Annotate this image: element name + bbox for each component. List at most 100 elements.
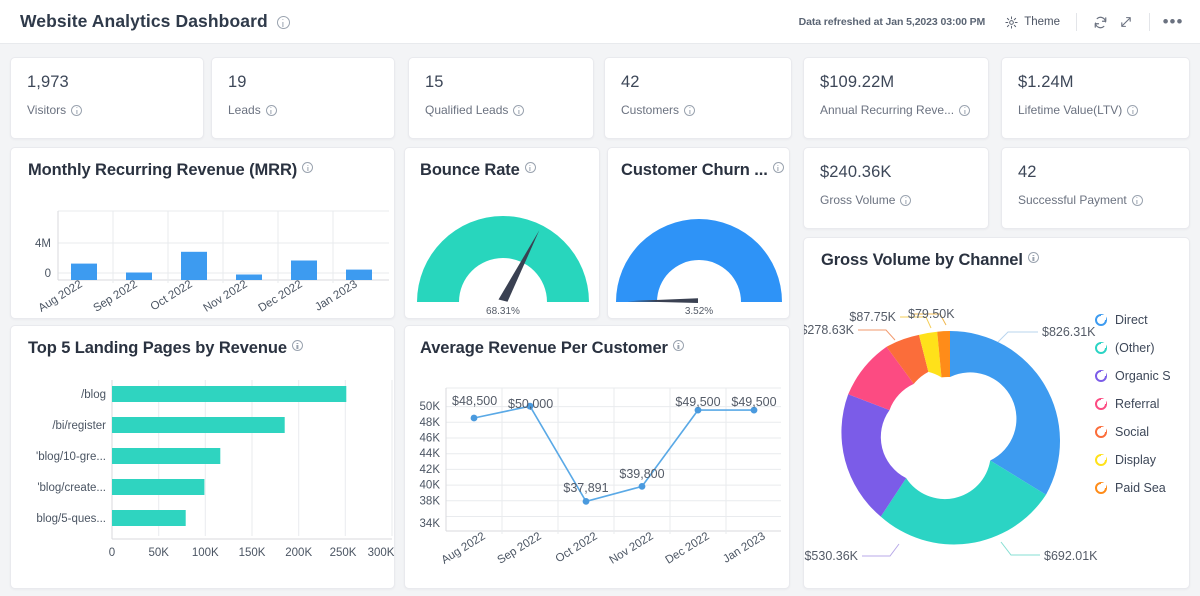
kpi-value: 42: [621, 73, 640, 91]
chart-title-churn: Customer Churn ...: [608, 148, 789, 180]
kpi-card-successful-payment[interactable]: 42 Successful Payment: [1001, 147, 1190, 229]
info-icon[interactable]: [1127, 104, 1139, 116]
chart-title-bounce: Bounce Rate: [405, 148, 599, 180]
kpi-card-arr[interactable]: $109.22M Annual Recurring Reve...: [803, 57, 989, 139]
point-label-aug-2022: $48,500: [452, 394, 497, 408]
kpi-card-customers[interactable]: 42 Customers: [604, 57, 792, 139]
kpi-label: Annual Recurring Reve...: [820, 103, 955, 117]
bar-blog-10-gre: [112, 448, 221, 464]
kpi-label-wrap: Annual Recurring Reve...: [820, 103, 988, 117]
xtick-aug-2022: Aug 2022: [36, 278, 84, 314]
xtick-50k: 50K: [148, 547, 169, 559]
info-icon[interactable]: [900, 194, 912, 206]
info-icon[interactable]: [71, 104, 83, 116]
info-icon[interactable]: [291, 340, 303, 351]
kpi-label-wrap: Visitors: [27, 103, 203, 117]
legend-item-organic-search[interactable]: Organic S: [1095, 362, 1189, 390]
info-icon[interactable]: [524, 162, 536, 173]
mrr-bar-chart: 4M 0 Aug 2022 Sep 2022 Oct 2022 Nov 2022…: [35, 210, 389, 315]
legend-item-referral[interactable]: Referral: [1095, 390, 1189, 418]
info-icon[interactable]: [513, 104, 525, 116]
xtick-0: 0: [109, 547, 115, 559]
legend-item-display[interactable]: Display: [1095, 446, 1189, 474]
chart-card-gross-volume-by-channel[interactable]: Gross Volume by Channel $826.31K $692.01…: [803, 237, 1190, 589]
chart-title-mrr: Monthly Recurring Revenue (MRR): [11, 148, 394, 180]
kpi-value: $240.36K: [820, 163, 892, 181]
chart-title-landing: Top 5 Landing Pages by Revenue: [11, 326, 394, 358]
kpi-card-leads[interactable]: 19 Leads: [211, 57, 395, 139]
kpi-label: Qualified Leads: [425, 103, 509, 117]
donut-label-direct: $826.31K: [1042, 325, 1096, 339]
legend-marker-referral: [1095, 398, 1107, 410]
bar-bi-register: [112, 417, 285, 433]
kpi-card-ltv[interactable]: $1.24M Lifetime Value(LTV): [1001, 57, 1190, 139]
xtick-aug-2022: Aug 2022: [439, 530, 487, 566]
ytick-50k: 50K: [420, 401, 441, 413]
bar-aug-2022: [71, 263, 97, 280]
kpi-label: Visitors: [27, 103, 67, 117]
info-icon[interactable]: [684, 104, 696, 116]
chart-card-customer-churn[interactable]: Customer Churn ... 3.52%: [607, 147, 790, 319]
sun-icon: [1005, 15, 1018, 29]
chart-card-mrr[interactable]: Monthly Recurring Revenue (MRR) 4M 0 Aug…: [10, 147, 395, 319]
theme-button[interactable]: Theme: [999, 12, 1066, 33]
chart-card-bounce-rate[interactable]: Bounce Rate 68.31%: [404, 147, 600, 319]
legend-marker-social: [1095, 426, 1107, 438]
info-icon[interactable]: [672, 340, 684, 351]
point-label-sep-2022: $50,000: [508, 397, 553, 411]
kpi-value: 15: [425, 73, 444, 91]
legend-item-direct[interactable]: Direct: [1095, 306, 1189, 334]
chart-title-text: Monthly Recurring Revenue (MRR): [28, 161, 298, 179]
ytick-42k: 42K: [420, 464, 441, 476]
info-icon[interactable]: [959, 104, 971, 116]
point-label-dec-2022: $49,500: [675, 395, 720, 409]
info-icon[interactable]: [772, 162, 784, 173]
legend-label: Social: [1115, 425, 1150, 439]
expand-button[interactable]: [1113, 9, 1139, 35]
info-icon[interactable]: [302, 162, 314, 173]
info-icon[interactable]: [1131, 194, 1143, 206]
legend-label: Organic S: [1115, 369, 1171, 383]
info-icon[interactable]: [1027, 252, 1039, 263]
dashboard-page: Website Analytics Dashboard Data refresh…: [0, 0, 1200, 596]
info-icon[interactable]: [265, 104, 277, 116]
legend-marker-display: [1095, 454, 1107, 466]
kpi-label: Leads: [228, 103, 261, 117]
kpi-card-qualified-leads[interactable]: 15 Qualified Leads: [408, 57, 594, 139]
chart-card-landing-pages[interactable]: Top 5 Landing Pages by Revenue /blog /bi…: [10, 325, 395, 589]
legend-label: Display: [1115, 453, 1156, 467]
info-icon[interactable]: [276, 16, 290, 29]
ytick-38k: 38K: [420, 495, 441, 507]
legend-marker-other: [1095, 342, 1107, 354]
refresh-button[interactable]: [1087, 9, 1113, 35]
xtick-oct-2022: Oct 2022: [149, 278, 195, 313]
more-button[interactable]: •••: [1160, 9, 1186, 35]
ytick-blog-10-gre: 'blog/10-gre...: [36, 451, 106, 463]
kpi-card-visitors[interactable]: 1,973 Visitors: [10, 57, 204, 139]
chart-card-arpc[interactable]: Average Revenue Per Customer 50K 48K 46K…: [404, 325, 790, 589]
legend-item-paid-search[interactable]: Paid Sea: [1095, 474, 1189, 502]
chart-title-text: Gross Volume by Channel: [821, 251, 1023, 269]
legend-item-social[interactable]: Social: [1095, 418, 1189, 446]
xtick-sep-2022: Sep 2022: [91, 278, 139, 314]
chart-title-text: Top 5 Landing Pages by Revenue: [28, 339, 287, 357]
kpi-value: 42: [1018, 163, 1037, 181]
header-divider-2: [1149, 13, 1150, 31]
bar-nov-2022: [236, 274, 262, 280]
more-icon: •••: [1162, 12, 1184, 31]
kpi-label-wrap: Leads: [228, 103, 394, 117]
ytick-40k: 40K: [420, 480, 441, 492]
kpi-label-wrap: Customers: [621, 103, 791, 117]
gauge-value-churn: 3.52%: [685, 306, 713, 314]
bar-blog-5-ques: [112, 510, 186, 526]
theme-label: Theme: [1024, 16, 1060, 28]
donut-legend: Direct (Other) Organic S Referral Social…: [1095, 306, 1189, 502]
chart-title-text: Bounce Rate: [420, 161, 520, 179]
expand-icon: [1121, 17, 1131, 27]
ytick-48k: 48K: [420, 417, 441, 429]
xtick-sep-2022: Sep 2022: [495, 530, 543, 566]
legend-item-other[interactable]: (Other): [1095, 334, 1189, 362]
legend-marker-paid-search: [1095, 482, 1107, 494]
kpi-card-gross-volume[interactable]: $240.36K Gross Volume: [803, 147, 989, 229]
xtick-250k: 250K: [330, 547, 357, 559]
